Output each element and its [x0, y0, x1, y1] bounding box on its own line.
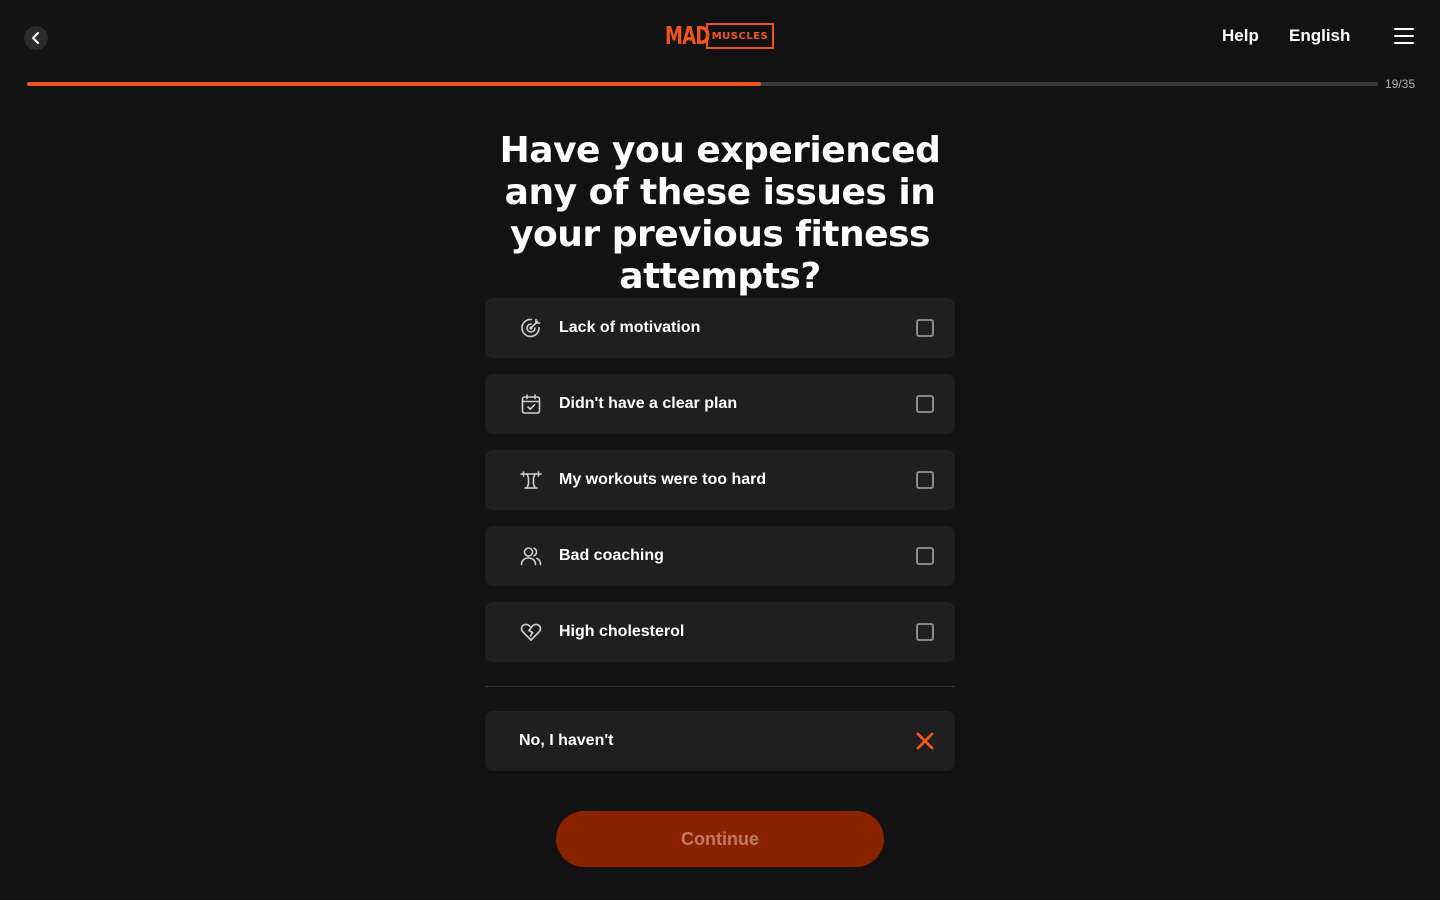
- option-label: Didn't have a clear plan: [559, 395, 738, 412]
- broken-heart-icon: [520, 623, 542, 641]
- logo: MAD MUSCLES: [665, 22, 775, 50]
- option-label: High cholesterol: [559, 623, 685, 640]
- progress-bar-fill: [27, 82, 761, 86]
- help-link[interactable]: Help: [1222, 26, 1259, 46]
- divider: [485, 686, 955, 687]
- language-selector[interactable]: English: [1289, 26, 1350, 46]
- target-icon: [521, 318, 541, 338]
- checkbox[interactable]: [916, 471, 934, 489]
- option-no-i-havent[interactable]: No, I haven't: [485, 711, 955, 771]
- checkbox[interactable]: [916, 395, 934, 413]
- option-label: My workouts were too hard: [559, 471, 767, 488]
- checkbox[interactable]: [916, 623, 934, 641]
- hamburger-menu-icon[interactable]: [1394, 28, 1414, 44]
- option-workouts-too-hard[interactable]: My workouts were too hard: [485, 450, 955, 510]
- option-label: Bad coaching: [559, 547, 664, 564]
- option-bad-coaching[interactable]: Bad coaching: [485, 526, 955, 586]
- back-button[interactable]: [24, 26, 48, 50]
- option-high-cholesterol[interactable]: High cholesterol: [485, 602, 955, 662]
- logo-muscles-text: MUSCLES: [706, 23, 774, 49]
- calendar-check-icon: [521, 394, 541, 414]
- continue-button[interactable]: Continue: [556, 811, 884, 867]
- option-no-clear-plan[interactable]: Didn't have a clear plan: [485, 374, 955, 434]
- options-list: Lack of motivation Didn't have a clear p…: [485, 298, 955, 678]
- checkbox[interactable]: [916, 319, 934, 337]
- option-label: Lack of motivation: [559, 319, 701, 336]
- close-icon: [916, 732, 934, 750]
- header: MAD MUSCLES Help English: [0, 0, 1440, 72]
- question-title: Have you experienced any of these issues…: [499, 130, 941, 297]
- option-label: No, I haven't: [519, 732, 614, 749]
- progress-counter: 19/35: [1385, 77, 1416, 91]
- progress-bar: [27, 82, 1378, 86]
- barbell-icon: [520, 471, 542, 489]
- checkbox[interactable]: [916, 547, 934, 565]
- chevron-left-icon: [32, 32, 39, 44]
- users-icon: [520, 547, 542, 566]
- logo-mad-text: MAD: [665, 21, 710, 50]
- option-lack-of-motivation[interactable]: Lack of motivation: [485, 298, 955, 358]
